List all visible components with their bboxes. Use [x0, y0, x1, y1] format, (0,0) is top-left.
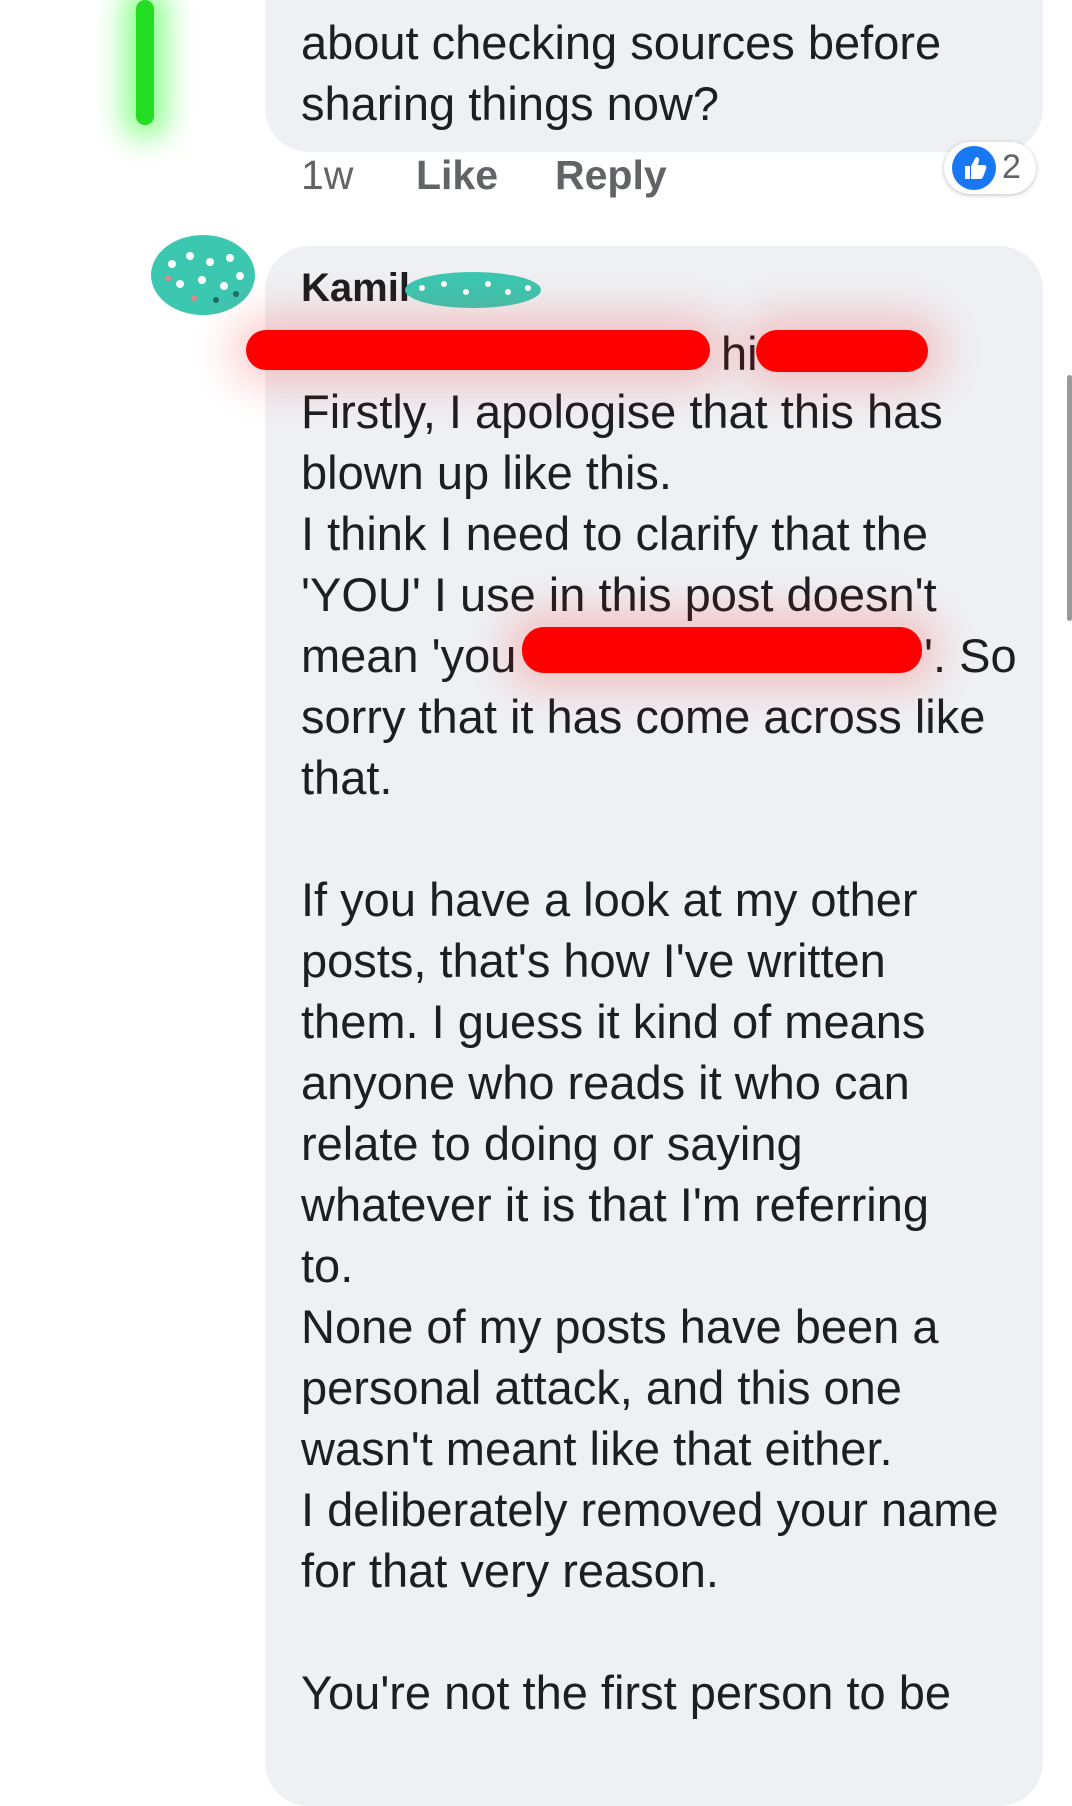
comment-line: None of my posts have been a — [301, 1300, 939, 1353]
redaction-scribble — [246, 330, 710, 370]
comment-line: to. — [301, 1239, 354, 1292]
previous-comment-line: sharing things now? — [301, 77, 720, 130]
comment-line: whatever it is that I'm referring — [301, 1178, 930, 1231]
reply-button[interactable]: Reply — [555, 152, 667, 199]
comment-line: mean 'you — [301, 629, 517, 682]
thumbs-up-icon — [952, 146, 996, 190]
reaction-count-badge[interactable]: 2 — [944, 142, 1036, 194]
comment-line: blown up like this. — [301, 446, 672, 499]
reaction-count: 2 — [1002, 148, 1021, 186]
comment-line: relate to doing or saying — [301, 1117, 803, 1170]
redaction-scribble — [522, 627, 922, 673]
like-button[interactable]: Like — [416, 152, 498, 199]
scrollbar[interactable] — [1067, 375, 1072, 621]
previous-comment-line: about checking sources before — [301, 16, 942, 69]
comment-line: them. I guess it kind of means — [301, 995, 926, 1048]
comment-line: I deliberately removed your name — [301, 1483, 999, 1536]
comment-line: wasn't meant like that either. — [301, 1422, 893, 1475]
comment-line: Firstly, I apologise that this has — [301, 385, 943, 438]
comment-line: personal attack, and this one — [301, 1361, 902, 1414]
partial-text-fragment: hi — [721, 327, 758, 380]
comment-line: If you have a look at my other — [301, 873, 918, 926]
comment-author[interactable]: Kamil — [301, 266, 410, 311]
name-redaction-scribble — [404, 270, 542, 310]
comment-line: anyone who reads it who can — [301, 1056, 910, 1109]
comment-line: posts, that's how I've written — [301, 934, 886, 987]
comment-line: You're not the first person to be — [301, 1666, 951, 1719]
avatar[interactable] — [150, 234, 256, 316]
comment-line: for that very reason. — [301, 1544, 719, 1597]
comment-line: that. — [301, 751, 393, 804]
redaction-scribble — [756, 330, 928, 372]
comment-line: I think I need to clarify that the — [301, 507, 929, 560]
thread-line-highlight — [136, 0, 154, 125]
comment-line: '. So — [924, 629, 1017, 682]
comment-line: 'YOU' I use in this post doesn't — [301, 568, 937, 621]
comment-timestamp: 1w — [301, 152, 354, 198]
comment-line: sorry that it has come across like — [301, 690, 986, 743]
